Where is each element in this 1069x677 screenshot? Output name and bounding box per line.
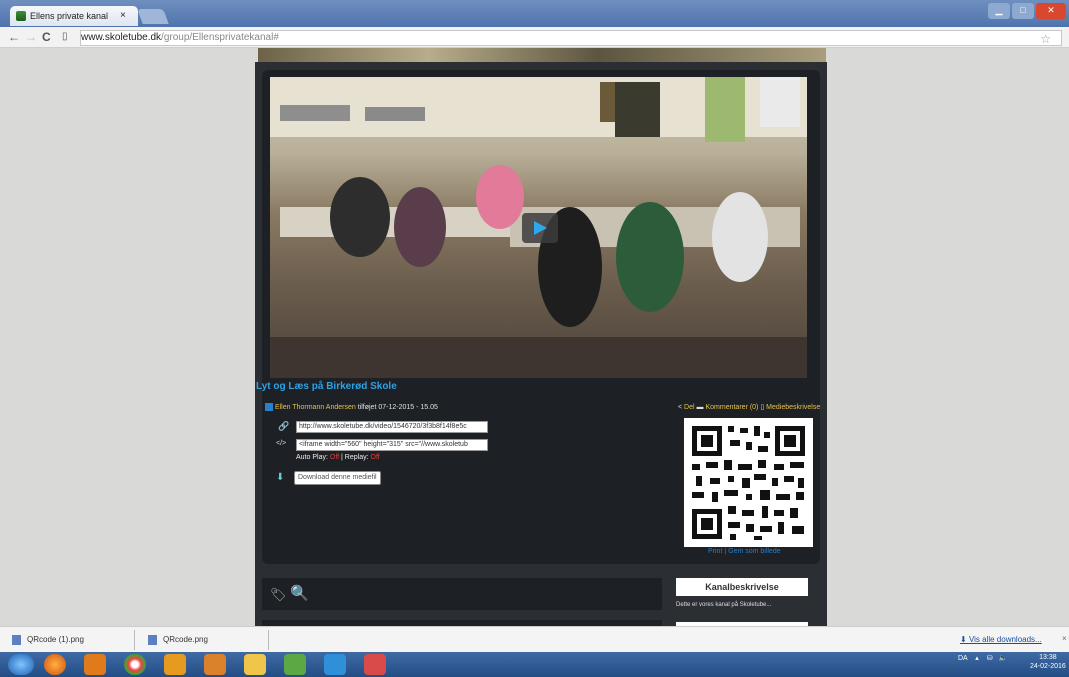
play-icon (534, 221, 547, 235)
embed-code-icon: </> (276, 440, 287, 447)
bookmark-star-icon[interactable]: ☆ (1040, 32, 1051, 46)
firefox-icon[interactable] (44, 654, 66, 675)
qr-save-link[interactable]: | Gem som billede (724, 548, 780, 555)
clock[interactable]: 13:38 24-02-2016 (1030, 653, 1066, 671)
minimize-button[interactable]: ▁ (988, 3, 1010, 19)
share-link[interactable]: Del (684, 404, 695, 411)
autoplay-settings: Auto Play: Off | Replay: Off (296, 454, 380, 461)
replay-label: | Replay: (341, 454, 369, 461)
header-banner (258, 48, 826, 62)
video-link-field[interactable]: http://www.skoletube.dk/video/1546720/3f… (296, 421, 488, 433)
language-indicator[interactable]: DA (958, 655, 967, 662)
qr-print-link[interactable]: Print (708, 548, 722, 555)
new-tab-button[interactable] (137, 9, 169, 24)
start-button[interactable] (8, 654, 34, 675)
embed-code-field[interactable]: <iframe width="560" height="315" src="//… (296, 439, 488, 451)
clock-date: 24-02-2016 (1030, 663, 1066, 670)
internet-explorer-icon[interactable] (324, 654, 346, 675)
maximize-button[interactable]: □ (1012, 3, 1034, 19)
document-icon: ▯ (760, 404, 765, 411)
tag-search-bar: 🏷 🔍 (262, 578, 662, 610)
replay-toggle[interactable]: Off (371, 454, 380, 461)
download-item-menu[interactable] (268, 630, 269, 650)
media-player-icon[interactable] (84, 654, 106, 675)
powerpoint-icon[interactable] (364, 654, 386, 675)
close-window-button[interactable]: ✕ (1036, 3, 1066, 19)
author-link[interactable]: Ellen Thormann Andersen (275, 404, 356, 411)
reload-icon[interactable]: C (42, 30, 51, 44)
link-icon: 🔗 (278, 421, 290, 431)
close-downloads-icon[interactable]: × (1062, 634, 1067, 643)
tab-close-icon[interactable]: × (120, 10, 126, 21)
file-explorer-icon[interactable] (244, 654, 266, 675)
page-icon: ▯ (62, 31, 68, 42)
system-tray: DA ▴ ⛁ 🔈 (958, 654, 1007, 662)
video-actions: < Del ▬ Kommentarer (0) ▯ Mediebeskrivel… (678, 403, 820, 411)
download-item[interactable]: QRcode (1).png (12, 633, 84, 647)
back-arrow-icon[interactable]: ← (8, 30, 20, 44)
windows-taskbar (0, 652, 1069, 677)
download-media-button[interactable]: Download denne mediefil (294, 471, 381, 485)
tray-arrow-icon[interactable]: ▴ (975, 655, 979, 662)
play-button[interactable] (522, 213, 558, 243)
volume-icon[interactable]: 🔈 (999, 655, 1008, 662)
autoplay-label: Auto Play: (296, 454, 328, 461)
office-app-icon[interactable] (164, 654, 186, 675)
outlook-icon[interactable] (204, 654, 226, 675)
share-icon: < (678, 404, 683, 411)
autoplay-toggle[interactable]: Off (330, 454, 339, 461)
download-item-label: QRcode (1).png (27, 635, 84, 644)
download-item-label: QRcode.png (163, 635, 208, 644)
image-file-icon (12, 634, 21, 645)
description-link[interactable]: Mediebeskrivelse (766, 404, 820, 411)
show-all-downloads-link[interactable]: ⬇ Vis alle downloads... (960, 635, 1042, 644)
url-path: /group/Ellensprivatekanal# (161, 32, 279, 43)
comment-icon: ▬ (696, 404, 704, 411)
user-icon (265, 403, 273, 411)
download-item-menu[interactable] (134, 630, 135, 650)
video-title[interactable]: Lyt og Læs på Birkerød Skole (256, 381, 397, 392)
tab-ellens-private-kanal[interactable]: Ellens private kanal × (10, 6, 138, 26)
added-date: tilføjet 07-12-2015 - 15.05 (357, 403, 438, 411)
channel-description-text: Dette er vores kanal på Skoletube... (676, 602, 772, 608)
tab-title: Ellens private kanal (30, 11, 109, 21)
url-domain: www.skoletube.dk (81, 32, 162, 43)
search-icon[interactable]: 🔍 (290, 584, 309, 602)
qr-code (684, 418, 813, 547)
download-item[interactable]: QRcode.png (148, 633, 208, 647)
comments-link[interactable]: Kommentarer (0) (705, 404, 758, 411)
paint-icon[interactable] (284, 654, 306, 675)
image-file-icon (148, 634, 157, 645)
clock-time: 13:38 (1039, 654, 1057, 661)
channel-description-heading: Kanalbeskrivelse (676, 578, 808, 596)
qr-links: Print | Gem som billede (708, 548, 781, 555)
network-icon[interactable]: ⛁ (987, 655, 993, 662)
favicon-icon (16, 11, 26, 21)
show-all-label: Vis alle downloads... (968, 635, 1042, 644)
download-icon: ⬇ (276, 472, 285, 483)
downloads-bar: QRcode (1).png QRcode.png ⬇ Vis alle dow… (0, 626, 1069, 653)
chrome-icon[interactable] (124, 654, 146, 675)
tag-icon[interactable]: 🏷 (270, 587, 287, 603)
window-controls: ▁ □ ✕ (988, 3, 1066, 19)
video-meta: Ellen Thormann Andersen tilføjet 07-12-2… (265, 403, 438, 411)
browser-toolbar: ← → C ▯ www.skoletube.dk/group/Ellenspri… (0, 27, 1069, 48)
address-bar[interactable]: www.skoletube.dk/group/Ellensprivatekana… (80, 30, 1062, 46)
forward-arrow-icon[interactable]: → (25, 30, 37, 44)
